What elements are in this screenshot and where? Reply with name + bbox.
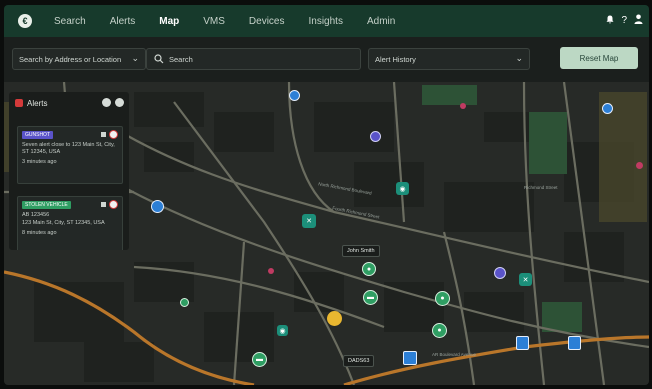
camera-icon[interactable]: ◉ (396, 182, 409, 195)
patrol-car-marker[interactable] (516, 336, 529, 350)
bell-icon[interactable] (606, 15, 614, 27)
top-nav: € Search Alerts Map VMS Devices Insights… (4, 5, 649, 37)
reset-map-button[interactable]: Reset Map (560, 47, 638, 69)
patrol-car-marker[interactable] (403, 351, 417, 365)
nav-vms[interactable]: VMS (203, 16, 225, 27)
nav-devices[interactable]: Devices (249, 16, 285, 27)
person-tooltip: John Smith (342, 245, 380, 257)
alerts-panel-header: Alerts (9, 92, 129, 114)
close-icon[interactable] (109, 200, 118, 209)
alerts-panel: Alerts GUNSHOT Seven alert close to 123 … (9, 92, 129, 250)
help-icon[interactable]: ? (621, 15, 627, 26)
expand-icon[interactable] (115, 98, 124, 107)
alert-icon (15, 99, 23, 107)
alerts-panel-title: Alerts (27, 98, 48, 108)
stolen-vehicle-badge: STOLEN VEHICLE (22, 201, 71, 209)
person-marker[interactable]: ● (435, 291, 450, 306)
person-marker[interactable]: ● (432, 323, 447, 338)
street-label: Richmond Street (524, 185, 558, 190)
camera-marker[interactable] (289, 90, 300, 101)
search-input[interactable]: Search (146, 48, 361, 70)
chevron-down-icon: ⌄ (515, 53, 523, 63)
nav-search[interactable]: Search (54, 16, 86, 27)
poi-marker[interactable] (636, 162, 643, 169)
alert-plate: AB 123456 (22, 212, 50, 218)
pin-icon[interactable] (101, 132, 106, 137)
cluster-icon[interactable]: ✕ (519, 273, 532, 286)
search-placeholder: Search (169, 54, 193, 64)
settings-icon[interactable] (102, 98, 111, 107)
street-label: AR Boulevard Avenue (432, 352, 476, 357)
alert-history-label: Alert History (375, 54, 416, 64)
vehicle-marker[interactable] (180, 298, 189, 307)
vehicle-marker[interactable]: ▬ (252, 352, 267, 367)
chevron-down-icon: ⌄ (131, 53, 139, 63)
map-toolbar: Search by Address or Location ⌄ Search A… (4, 37, 649, 82)
vehicle-tooltip: DADS63 (343, 355, 375, 367)
app-window: € Search Alerts Map VMS Devices Insights… (4, 5, 649, 385)
app-logo[interactable]: € (18, 14, 32, 28)
pin-icon[interactable] (101, 202, 106, 207)
search-by-label: Search by Address or Location (19, 54, 122, 64)
gunshot-marker[interactable] (370, 131, 381, 142)
sensor-marker[interactable] (151, 200, 164, 213)
camera-marker[interactable] (602, 103, 613, 114)
search-icon (154, 54, 164, 64)
alert-text: 123 Main St, City, ST 12345, USA (22, 220, 105, 226)
person-marker[interactable]: ● (362, 262, 376, 276)
alert-time: 8 minutes ago (22, 230, 57, 236)
patrol-car-marker[interactable] (568, 336, 581, 350)
gunshot-badge: GUNSHOT (22, 131, 53, 139)
poi-marker[interactable] (460, 103, 466, 109)
close-icon[interactable] (109, 130, 118, 139)
camera-icon[interactable]: ◉ (277, 325, 288, 336)
alert-time: 3 minutes ago (22, 159, 57, 165)
user-icon[interactable] (634, 14, 643, 27)
nav-admin[interactable]: Admin (367, 16, 395, 27)
nav-insights[interactable]: Insights (309, 16, 343, 27)
alert-history-select[interactable]: Alert History ⌄ (368, 48, 530, 70)
alert-marker[interactable] (327, 311, 342, 326)
nav-map[interactable]: Map (159, 16, 179, 27)
vehicle-marker[interactable]: ▬ (363, 290, 378, 305)
nav-alerts[interactable]: Alerts (110, 16, 136, 27)
alert-card[interactable]: STOLEN VEHICLE AB 123456 123 Main St, Ci… (17, 196, 123, 250)
alert-text: Seven alert close to 123 Main St, City, … (22, 142, 115, 155)
search-by-select[interactable]: Search by Address or Location ⌄ (12, 48, 146, 70)
gunshot-marker[interactable] (494, 267, 506, 279)
cluster-icon[interactable]: ✕ (302, 214, 316, 228)
poi-marker[interactable] (268, 268, 274, 274)
alert-card[interactable]: GUNSHOT Seven alert close to 123 Main St… (17, 126, 123, 184)
